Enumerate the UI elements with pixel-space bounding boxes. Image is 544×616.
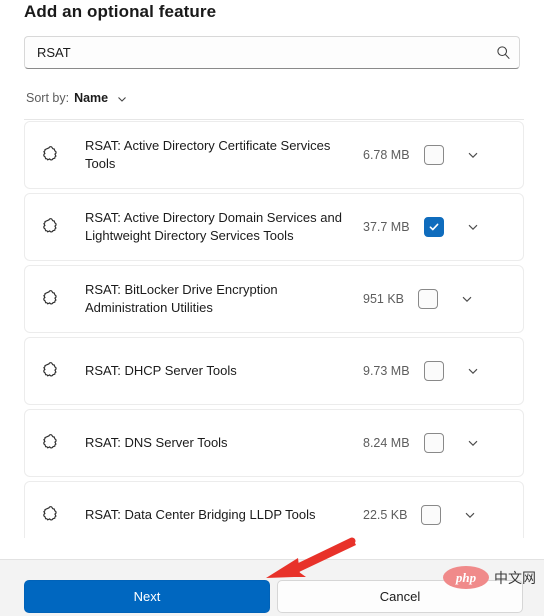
feature-size: 6.78 MB — [363, 148, 410, 162]
add-optional-feature-dialog: Add an optional feature Sort by: Name RS… — [0, 0, 544, 616]
dialog-footer: Next Cancel — [0, 559, 544, 616]
puzzle-piece-icon — [41, 145, 85, 166]
chevron-down-icon[interactable] — [459, 508, 481, 522]
page-title: Add an optional feature — [24, 2, 217, 21]
table-row[interactable]: RSAT: Active Directory Domain Services a… — [24, 193, 524, 261]
sort-by-label: Sort by: — [26, 91, 70, 105]
feature-size: 22.5 KB — [363, 508, 408, 522]
chevron-down-icon[interactable] — [462, 220, 484, 234]
puzzle-piece-icon — [41, 217, 85, 238]
feature-name: RSAT: Active Directory Domain Services a… — [85, 210, 342, 243]
search-box[interactable] — [24, 36, 520, 69]
feature-checkbox[interactable] — [421, 505, 442, 525]
feature-size: 9.73 MB — [363, 364, 410, 378]
puzzle-piece-icon — [41, 433, 85, 454]
search-icon[interactable] — [487, 37, 519, 68]
feature-checkbox[interactable] — [423, 361, 444, 381]
feature-checkbox[interactable] — [423, 217, 444, 237]
chevron-down-icon[interactable] — [116, 93, 128, 105]
feature-checkbox[interactable] — [423, 433, 444, 453]
feature-size: 37.7 MB — [363, 220, 410, 234]
table-row[interactable]: RSAT: Data Center Bridging LLDP Tools 22.… — [24, 481, 524, 538]
chevron-down-icon[interactable] — [462, 436, 484, 450]
feature-name: RSAT: Data Center Bridging LLDP Tools — [85, 507, 316, 522]
table-row[interactable]: RSAT: BitLocker Drive Encryption Adminis… — [24, 265, 524, 333]
sort-by-control[interactable]: Sort by: Name — [26, 91, 128, 105]
feature-name: RSAT: DHCP Server Tools — [85, 363, 237, 378]
sort-by-value[interactable]: Name — [74, 91, 108, 105]
table-row[interactable]: RSAT: Active Directory Certificate Servi… — [24, 121, 524, 189]
search-input[interactable] — [25, 37, 487, 68]
feature-name: RSAT: DNS Server Tools — [85, 435, 228, 450]
chevron-down-icon[interactable] — [462, 364, 484, 378]
feature-checkbox[interactable] — [423, 145, 444, 165]
table-row[interactable]: RSAT: DNS Server Tools 8.24 MB — [24, 409, 524, 477]
puzzle-piece-icon — [41, 505, 85, 526]
puzzle-piece-icon — [41, 361, 85, 382]
table-row[interactable]: RSAT: DHCP Server Tools 9.73 MB — [24, 337, 524, 405]
chevron-down-icon[interactable] — [456, 292, 478, 306]
cancel-button[interactable]: Cancel — [277, 580, 523, 613]
feature-name: RSAT: Active Directory Certificate Servi… — [85, 138, 331, 171]
feature-list[interactable]: RSAT: Active Directory Certificate Servi… — [24, 119, 524, 538]
feature-size: 8.24 MB — [363, 436, 410, 450]
next-button[interactable]: Next — [24, 580, 270, 613]
feature-size: 951 KB — [363, 292, 405, 306]
puzzle-piece-icon — [41, 289, 85, 310]
feature-checkbox[interactable] — [418, 289, 439, 309]
feature-name: RSAT: BitLocker Drive Encryption Adminis… — [85, 282, 278, 315]
chevron-down-icon[interactable] — [462, 148, 484, 162]
